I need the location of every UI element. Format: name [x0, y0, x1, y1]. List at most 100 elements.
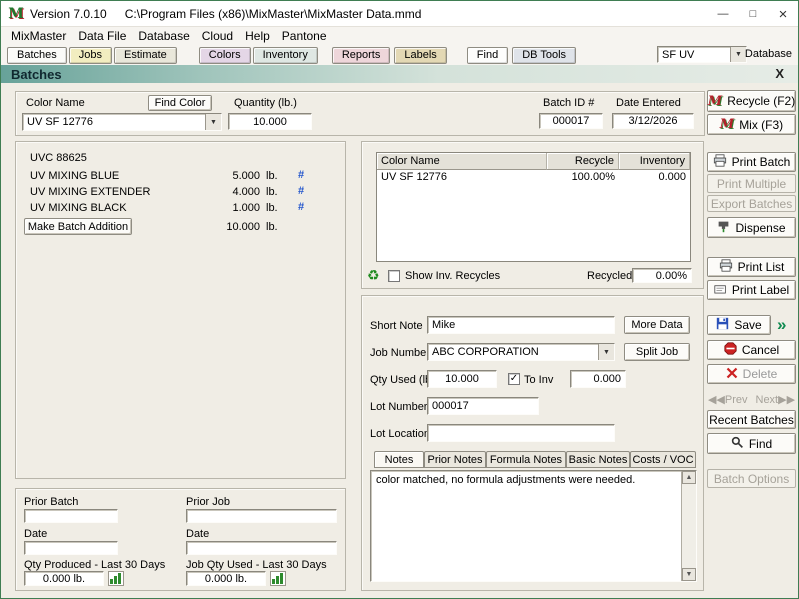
- tab-costs-voc[interactable]: Costs / VOC: [630, 451, 696, 468]
- tab-basic-notes[interactable]: Basic Notes: [566, 451, 630, 468]
- menu-item-help[interactable]: Help: [239, 29, 276, 43]
- dropdown-arrow-icon[interactable]: ▼: [205, 114, 221, 130]
- hash-icon[interactable]: #: [298, 169, 304, 181]
- recent-batches-button[interactable]: Recent Batches: [707, 410, 796, 429]
- toolbar-find-button[interactable]: Find: [467, 47, 508, 64]
- save-label: Save: [734, 318, 761, 332]
- column-color-name[interactable]: Color Name: [377, 153, 547, 170]
- section-close-button[interactable]: X: [775, 66, 784, 81]
- red-x-icon: [726, 367, 738, 382]
- cell-inventory: 0.000: [619, 170, 690, 184]
- job-qty-used-chart-icon[interactable]: [270, 571, 286, 586]
- dropdown-arrow-icon[interactable]: ▼: [598, 344, 614, 360]
- more-data-button[interactable]: More Data: [624, 316, 690, 334]
- print-multiple-label: Print Multiple: [717, 177, 786, 191]
- notes-scrollbar[interactable]: ▲ ▼: [681, 471, 696, 581]
- find-color-button[interactable]: Find Color: [148, 95, 212, 111]
- toolbar-colors-button[interactable]: Colors: [199, 47, 251, 64]
- qty-produced-field: 0.000 lb.: [24, 571, 104, 586]
- menubar: MixMaster Data File Database Cloud Help …: [1, 27, 798, 45]
- scroll-up-icon[interactable]: ▲: [682, 471, 696, 484]
- menu-item-database[interactable]: Database: [132, 29, 195, 43]
- color-name-select[interactable]: UV SF 12776 ▼: [22, 113, 222, 131]
- tab-notes[interactable]: Notes: [374, 451, 424, 468]
- print-list-label: Print List: [738, 260, 785, 274]
- recycle-button-label: Recycle (F2): [727, 94, 795, 108]
- color-name-label: Color Name: [26, 97, 85, 109]
- lot-number-input[interactable]: 000017: [427, 397, 539, 415]
- tab-formula-notes[interactable]: Formula Notes: [486, 451, 566, 468]
- toolbar: Batches Jobs Estimate Colors Inventory R…: [1, 45, 798, 65]
- notes-textarea[interactable]: color matched, no formula adjustments we…: [370, 470, 697, 582]
- find-button[interactable]: Find: [707, 433, 796, 454]
- toolbar-inventory-button[interactable]: Inventory: [253, 47, 318, 64]
- recycle-button[interactable]: M Recycle (F2): [707, 90, 796, 112]
- quantity-field[interactable]: 10.000: [228, 113, 312, 130]
- save-button[interactable]: Save: [707, 315, 771, 335]
- formula-total-qty: 10.000: [172, 221, 260, 233]
- close-button[interactable]: ×: [768, 1, 798, 27]
- column-inventory[interactable]: Inventory: [619, 153, 690, 170]
- menu-item-cloud[interactable]: Cloud: [196, 29, 239, 43]
- ingredient-name: UV MIXING BLUE: [30, 170, 119, 182]
- find-label: Find: [749, 437, 772, 451]
- mix-button[interactable]: M Mix (F3): [707, 114, 796, 135]
- qty-produced-chart-icon[interactable]: [108, 571, 124, 586]
- job-number-select[interactable]: ABC CORPORATION ▼: [427, 343, 615, 361]
- show-inv-recycles-label: Show Inv. Recycles: [405, 270, 500, 282]
- window-controls: — □ ×: [708, 1, 798, 27]
- toolbar-batches-button[interactable]: Batches: [7, 47, 67, 64]
- column-recycle[interactable]: Recycle: [547, 153, 619, 170]
- split-job-button[interactable]: Split Job: [624, 343, 690, 361]
- job-qty-used-field: 0.000 lb.: [186, 571, 266, 586]
- cell-color-name: UV SF 12776: [377, 170, 547, 184]
- print-label-button[interactable]: Print Label: [707, 280, 796, 300]
- next-record-chevrons-icon[interactable]: »: [777, 315, 786, 335]
- date-entered-field: 3/12/2026: [612, 113, 694, 129]
- scroll-down-icon[interactable]: ▼: [682, 568, 696, 581]
- delete-button: Delete: [707, 364, 796, 384]
- database-label: Database: [745, 48, 792, 60]
- lot-number-label: Lot Number: [370, 401, 427, 413]
- tab-prior-notes[interactable]: Prior Notes: [424, 451, 486, 468]
- batch-id-field: 000017: [539, 113, 603, 129]
- toolbar-reports-button[interactable]: Reports: [332, 47, 391, 64]
- maximize-button[interactable]: □: [738, 1, 768, 27]
- record-nav: ◀◀Prev Next▶▶: [707, 393, 796, 406]
- recycle-table[interactable]: Color Name Recycle Inventory UV SF 12776…: [376, 152, 691, 262]
- minimize-button[interactable]: —: [708, 1, 738, 27]
- qty-used-input[interactable]: 10.000: [427, 370, 497, 388]
- toolbar-jobs-button[interactable]: Jobs: [69, 47, 112, 64]
- menu-item-pantone[interactable]: Pantone: [276, 29, 333, 43]
- to-inv-checkbox[interactable]: ✓: [508, 373, 520, 385]
- table-row[interactable]: UV SF 12776 100.00% 0.000: [377, 170, 690, 184]
- hash-icon[interactable]: #: [298, 185, 304, 197]
- lot-location-input[interactable]: [427, 424, 615, 442]
- mix-button-label: Mix (F3): [739, 118, 783, 132]
- dispense-button[interactable]: Dispense: [707, 217, 796, 238]
- cancel-button[interactable]: Cancel: [707, 340, 796, 360]
- menu-item-data-file[interactable]: Data File: [72, 29, 132, 43]
- app-logo-icon: M: [8, 6, 24, 22]
- ingredient-qty: 4.000: [172, 186, 260, 198]
- cell-recycle: 100.00%: [547, 170, 619, 184]
- prev-label: Prev: [725, 394, 748, 406]
- short-note-input[interactable]: Mike: [427, 316, 615, 334]
- ingredient-qty: 1.000: [172, 202, 260, 214]
- toolbar-estimate-button[interactable]: Estimate: [114, 47, 177, 64]
- database-select[interactable]: SF UV ▼: [657, 46, 747, 63]
- save-disk-icon: [716, 317, 729, 333]
- toolbar-labels-button[interactable]: Labels: [394, 47, 446, 64]
- menu-item-mixmaster[interactable]: MixMaster: [5, 29, 72, 43]
- toolbar-db-tools-button[interactable]: DB Tools: [512, 47, 576, 64]
- notes-text: color matched, no formula adjustments we…: [371, 471, 681, 489]
- print-batch-button[interactable]: Print Batch: [707, 152, 796, 172]
- label-icon: [714, 283, 727, 298]
- make-batch-addition-button[interactable]: Make Batch Addition: [24, 218, 132, 235]
- show-inv-recycles-checkbox[interactable]: [388, 270, 400, 282]
- hash-icon[interactable]: #: [298, 201, 304, 213]
- ingredient-unit: lb.: [266, 202, 278, 214]
- print-list-button[interactable]: Print List: [707, 257, 796, 277]
- dropdown-arrow-icon[interactable]: ▼: [730, 47, 746, 62]
- ingredient-unit: lb.: [266, 186, 278, 198]
